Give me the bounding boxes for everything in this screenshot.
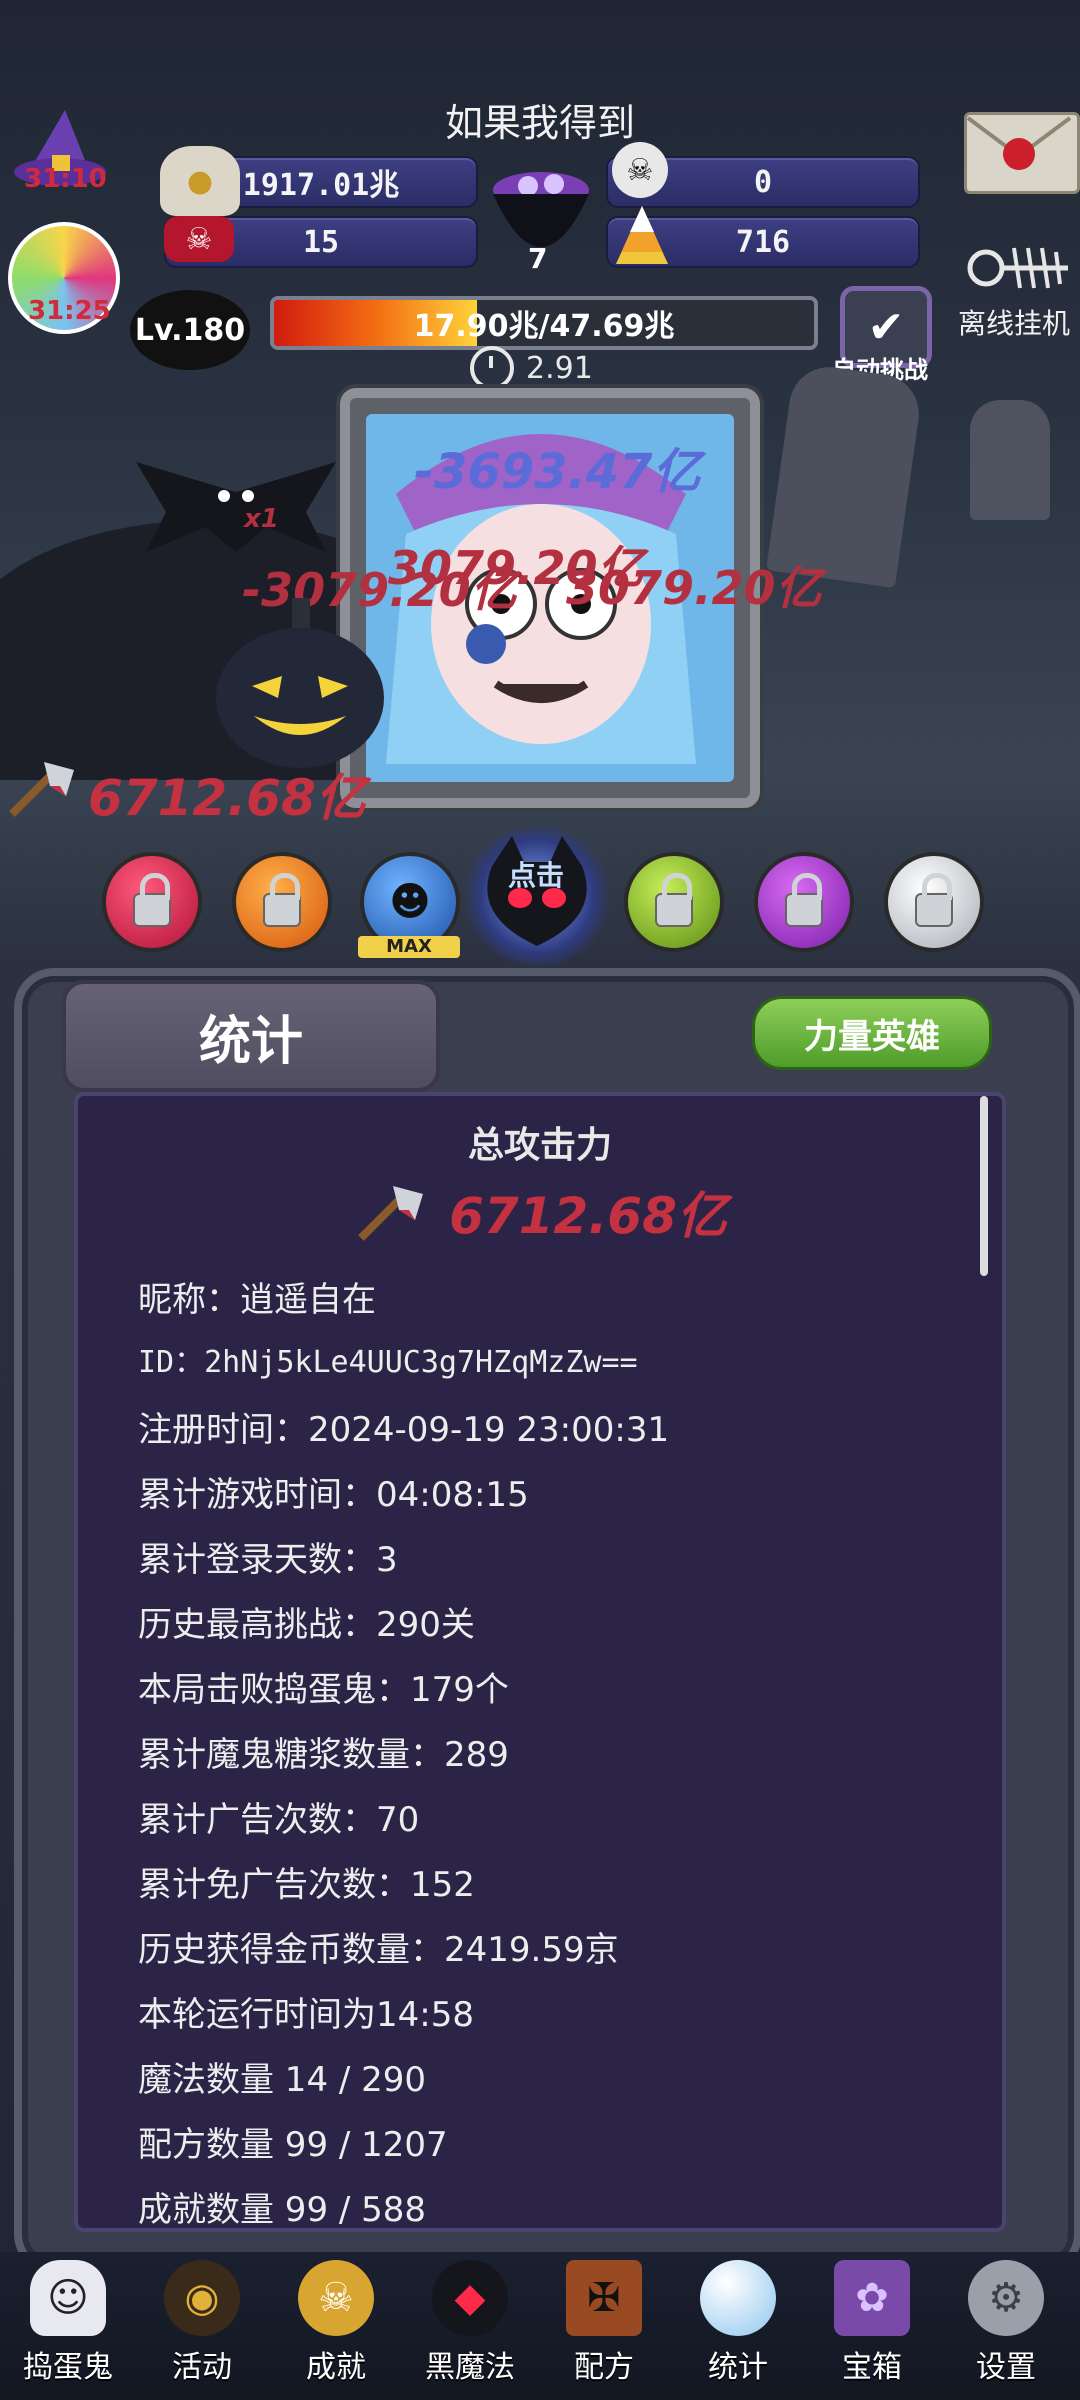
nav-label: 统计 <box>708 2350 768 2385</box>
hero-slot-black-cat[interactable] <box>462 826 612 966</box>
nav-settings[interactable]: ⚙ 设置 <box>946 2260 1066 2400</box>
nav-stats[interactable]: 统计 <box>678 2260 798 2400</box>
hat-timer: 31:10 <box>24 164 107 194</box>
stat-recipe-count: 配方数量 99 / 1207 <box>138 2125 448 2165</box>
power-hero-button[interactable]: 力量英雄 <box>752 996 992 1070</box>
nav-recipe[interactable]: ✠ 配方 <box>544 2260 664 2400</box>
recipe-book-icon: ✠ <box>566 2260 642 2336</box>
boss-hp-text: 17.90兆/47.69兆 <box>413 309 675 344</box>
stat-magic-count: 魔法数量 14 / 290 <box>138 2060 427 2100</box>
pumpkin-icon[interactable] <box>212 594 388 774</box>
stat-achievement-count: 成就数量 99 / 588 <box>138 2190 427 2230</box>
gift-box-icon: ✿ <box>834 2260 910 2336</box>
stat-ad-free: 累计免广告次数：152 <box>138 1865 475 1905</box>
level-badge: Lv.180 <box>130 290 250 370</box>
stat-id: ID：2hNj5kLe4UUC3g7HZqMzZw== <box>138 1345 638 1380</box>
hero-slot-locked-red[interactable] <box>102 852 202 952</box>
stat-defeated: 本局击败捣蛋鬼：179个 <box>138 1670 509 1710</box>
total-attack-value: 6712.68亿 <box>78 1176 1002 1248</box>
ghost-face-icon: ☻ <box>389 879 431 925</box>
nav-activity[interactable]: ◉ 活动 <box>142 2260 262 2400</box>
candy-corn-value: 716 <box>735 224 791 260</box>
hero-slot-locked-purple[interactable] <box>754 852 854 952</box>
stat-play-time: 累计游戏时间：04:08:15 <box>138 1475 529 1515</box>
boss-hp-bar: 17.90兆/47.69兆 <box>270 296 818 350</box>
stat-login-days: 累计登录天数：3 <box>138 1540 398 1580</box>
eyeball-pot-icon: ◉ <box>164 2260 240 2336</box>
stat-syrup: 累计魔鬼糖浆数量：289 <box>138 1735 509 1775</box>
ghost-icon: ☺ <box>30 2260 106 2336</box>
stat-gold-total: 历史获得金币数量：2419.59京 <box>138 1930 619 1970</box>
axe-icon <box>4 756 84 820</box>
nav-black-magic[interactable]: ◆ 黑魔法 <box>410 2260 530 2400</box>
mail-icon[interactable] <box>964 112 1080 194</box>
stats-tab[interactable]: 统计 <box>62 980 440 1092</box>
stat-register-time: 注册时间：2024-09-19 23:00:31 <box>138 1410 670 1450</box>
nav-label: 成就 <box>306 2350 366 2385</box>
black-cat-icon: ◆ <box>432 2260 508 2336</box>
nav-label: 配方 <box>574 2350 634 2385</box>
timer-value: 2.91 <box>526 350 593 386</box>
nav-achievement[interactable]: ☠ 成就 <box>276 2260 396 2400</box>
damage-number: -3693.47亿 <box>414 444 701 500</box>
clock-icon <box>470 346 514 390</box>
lock-icon <box>785 873 823 927</box>
scrollbar[interactable] <box>980 1096 988 1276</box>
nav-label: 设置 <box>976 2350 1036 2385</box>
cauldron-count: 7 <box>528 242 548 275</box>
lock-icon <box>915 873 953 927</box>
skull-value: 0 <box>753 164 773 200</box>
gold-value: 1917.01兆 <box>242 168 400 203</box>
attack-power-display: 6712.68亿 <box>88 769 366 827</box>
nav-label: 活动 <box>172 2350 232 2385</box>
hero-slot-locked-white[interactable] <box>884 852 984 952</box>
offline-idle-label[interactable]: 离线挂机 <box>958 302 1070 342</box>
nav-label: 捣蛋鬼 <box>23 2350 113 2385</box>
fishbone-icon[interactable] <box>964 238 1074 302</box>
lock-icon <box>133 873 171 927</box>
hero-slot-locked-green[interactable] <box>624 852 724 952</box>
bat-icon[interactable] <box>126 432 346 582</box>
candy-corn-icon <box>612 204 672 268</box>
page-title: 如果我得到 <box>444 101 635 145</box>
stat-nickname: 昵称：逍遥自在 <box>138 1280 376 1320</box>
lock-icon <box>655 873 693 927</box>
lollipop-timer: 31:25 <box>28 296 111 326</box>
gold-bag-icon: ● <box>160 146 240 216</box>
gear-icon: ⚙ <box>968 2260 1044 2336</box>
hero-slot-locked-orange[interactable] <box>232 852 332 952</box>
nav-label: 黑魔法 <box>425 2350 515 2385</box>
damage-number: 3079.20亿 <box>566 561 822 615</box>
skull-candy-icon: ☠ <box>164 216 234 262</box>
skull-icon: ☠ <box>612 142 668 198</box>
bone-candy-value: 15 <box>302 224 340 260</box>
stat-highest-challenge: 历史最高挑战：290关 <box>138 1605 475 1645</box>
lock-icon <box>263 873 301 927</box>
axe-icon <box>358 1186 424 1241</box>
tombstone <box>970 400 1050 520</box>
skull-trophy-icon: ☠ <box>298 2260 374 2336</box>
tap-hint: 点击 <box>508 859 565 892</box>
total-attack-number: 6712.68亿 <box>449 1187 727 1245</box>
nav-trickster[interactable]: ☺ 捣蛋鬼 <box>8 2260 128 2400</box>
nav-chest[interactable]: ✿ 宝箱 <box>812 2260 932 2400</box>
nav-label: 宝箱 <box>842 2350 902 2385</box>
stat-ads: 累计广告次数：70 <box>138 1800 420 1840</box>
round-timer: 2.91 <box>470 346 593 390</box>
stat-run-time: 本轮运行时间为14:58 <box>138 1995 474 2035</box>
total-attack-title: 总攻击力 <box>467 1125 612 1166</box>
max-badge: MAX <box>358 936 460 958</box>
crystal-ball-icon <box>700 2260 776 2336</box>
stats-content[interactable]: 总攻击力 6712.68亿 昵称：逍遥自在 ID：2hNj5kLe4UUC3g7… <box>74 1092 1006 2232</box>
bat-multiplier: x1 <box>244 504 279 534</box>
